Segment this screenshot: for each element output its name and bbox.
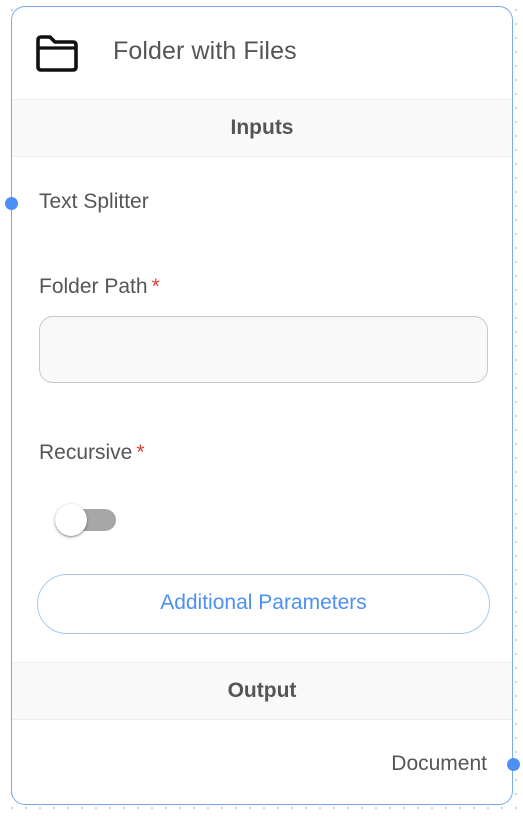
required-asterisk: * — [136, 441, 145, 464]
document-anchor-label: Document — [391, 752, 487, 775]
folder-icon — [36, 35, 78, 72]
node-card[interactable]: Folder with Files Inputs Text Splitter F… — [4, 6, 520, 805]
document-output-handle[interactable] — [506, 758, 520, 771]
text-splitter-anchor-label: Text Splitter — [39, 190, 149, 213]
additional-parameters-button[interactable]: Additional Parameters — [37, 574, 490, 634]
recursive-toggle[interactable] — [55, 501, 117, 536]
folder-path-label: Folder Path * — [39, 275, 160, 299]
folder-path-input[interactable] — [39, 316, 488, 383]
text-splitter-input-handle[interactable] — [4, 197, 18, 210]
toggle-thumb[interactable] — [55, 504, 87, 536]
recursive-label: Recursive * — [39, 441, 145, 465]
node-title: Folder with Files — [113, 37, 297, 65]
output-section-header: Output — [12, 662, 512, 720]
node-header: Folder with Files — [12, 7, 512, 99]
inputs-section-header: Inputs — [12, 99, 512, 157]
required-asterisk: * — [151, 275, 160, 298]
recursive-label-text: Recursive — [39, 441, 133, 464]
folder-path-label-text: Folder Path — [39, 275, 148, 298]
